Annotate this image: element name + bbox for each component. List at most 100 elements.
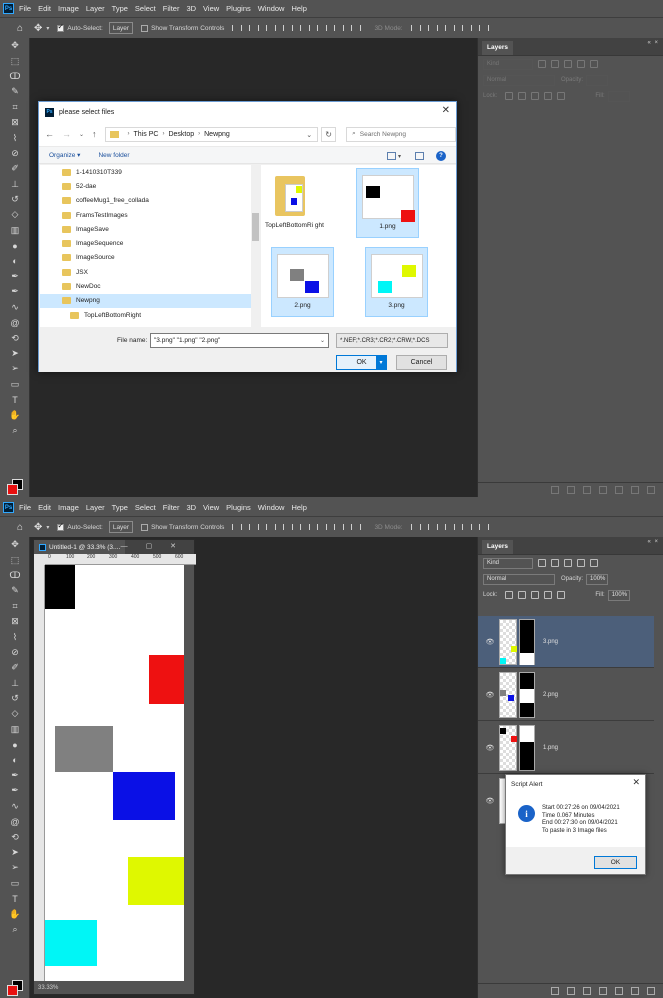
blend-mode-dropdown[interactable]: Normal	[483, 573, 555, 585]
auto-select-target-dropdown[interactable]: Layer	[108, 521, 134, 533]
menu-type[interactable]: Type	[112, 4, 128, 13]
marquee-tool-icon[interactable]: ⬚	[0, 53, 30, 68]
adjustment-layer-icon[interactable]	[599, 987, 607, 995]
refresh-icon[interactable]: ↻	[321, 126, 337, 142]
recent-chevron-icon[interactable]: ⌄	[79, 131, 84, 138]
type-filter-icon[interactable]	[564, 559, 572, 567]
marquee-tool-icon[interactable]: ⬚	[0, 552, 30, 567]
menu-layer[interactable]: Layer	[86, 503, 105, 512]
breadcrumb-this-pc[interactable]: This PC	[134, 131, 159, 138]
visibility-eye-icon[interactable]: 👁	[483, 797, 497, 805]
align-left-icon[interactable]	[230, 522, 243, 532]
menu-filter[interactable]: Filter	[163, 4, 180, 13]
horizontal-ruler[interactable]: 0 100 200 300 400 500 600	[45, 554, 196, 565]
stamp-tool-icon[interactable]: ⊥	[0, 676, 30, 691]
lock-transparency-icon[interactable]	[505, 92, 514, 100]
healing-tool-icon[interactable]: ⊘	[0, 146, 30, 161]
tree-item[interactable]: FramsTestImages	[40, 208, 251, 222]
align-right-icon[interactable]	[264, 23, 277, 33]
menu-window[interactable]: Window	[258, 4, 285, 13]
curvature-tool-icon[interactable]: ∿	[0, 300, 30, 315]
fill-field[interactable]: 100%	[607, 589, 630, 601]
tree-item[interactable]: JSX	[40, 265, 251, 279]
align-middle-icon[interactable]	[298, 23, 311, 33]
lock-pixels-icon[interactable]	[518, 591, 527, 599]
menu-image[interactable]: Image	[58, 503, 79, 512]
breadcrumb-newpng[interactable]: Newpng	[204, 131, 230, 138]
chevron-down-icon[interactable]: ▾	[46, 524, 49, 531]
lock-position-icon[interactable]	[531, 591, 540, 599]
show-transform-checkbox[interactable]	[141, 523, 149, 531]
opacity-field[interactable]	[586, 74, 609, 86]
layer-name[interactable]: 3.png	[543, 639, 558, 645]
kind-filter[interactable]: Kind	[483, 557, 533, 569]
move-tool-icon[interactable]: ✥	[0, 38, 30, 53]
add-mask-icon[interactable]	[583, 486, 591, 494]
path-select-icon[interactable]: ➤	[0, 845, 30, 860]
chevron-down-icon[interactable]: ▾	[46, 25, 49, 32]
pen-tool-icon[interactable]: ✒	[0, 768, 30, 783]
spiral-tool-icon[interactable]: @	[0, 315, 30, 330]
more-options-icon[interactable]	[349, 522, 362, 532]
zoom-tool-icon[interactable]: ⌕	[0, 423, 30, 438]
menu-select[interactable]: Select	[135, 503, 156, 512]
vertical-ruler[interactable]	[34, 565, 45, 983]
menu-select[interactable]: Select	[135, 4, 156, 13]
quick-select-tool-icon[interactable]: ✎	[0, 583, 30, 598]
move-tool-icon[interactable]: ✥	[0, 537, 30, 552]
move-tool-icon[interactable]: ✥	[34, 23, 42, 34]
visibility-eye-icon[interactable]: 👁	[483, 691, 497, 699]
zoom-level[interactable]: 33.33%	[38, 985, 58, 991]
pen-alt-tool-icon[interactable]: ✒	[0, 783, 30, 798]
open-ok-button[interactable]: OK ▾	[336, 355, 387, 370]
new-layer-icon[interactable]	[631, 987, 639, 995]
collapse-panel-icon[interactable]: « ×	[647, 539, 659, 545]
cancel-button[interactable]: Cancel	[396, 355, 447, 370]
menu-3d[interactable]: 3D	[186, 4, 196, 13]
lock-all-icon[interactable]	[557, 92, 566, 100]
document-canvas[interactable]	[45, 565, 184, 983]
link-layers-icon[interactable]	[551, 486, 559, 494]
trash-icon[interactable]	[647, 486, 655, 494]
document-tab[interactable]: Untitled-1 @ 33.3% (3....	[34, 540, 126, 554]
align-middle-icon[interactable]	[298, 522, 311, 532]
history-brush-icon[interactable]: ↺	[0, 691, 30, 706]
trash-icon[interactable]	[647, 987, 655, 995]
align-left-icon[interactable]	[230, 23, 243, 33]
chevron-down-icon[interactable]: ▾	[398, 153, 401, 160]
rectangle-tool-icon[interactable]: ▭	[0, 876, 30, 891]
address-bar[interactable]: › This PC › Desktop › Newpng ⌄	[104, 126, 319, 142]
direct-select-icon[interactable]: ➢	[0, 361, 30, 376]
eyedropper-tool-icon[interactable]: ⌇	[0, 130, 30, 145]
align-bottom-icon[interactable]	[315, 23, 328, 33]
up-arrow-icon[interactable]: ↑	[92, 129, 97, 139]
blur-tool-icon[interactable]: ●	[0, 737, 30, 752]
align-right-icon[interactable]	[264, 522, 277, 532]
lock-transparency-icon[interactable]	[505, 591, 514, 599]
opacity-field[interactable]: 100%	[586, 573, 609, 585]
dodge-tool-icon[interactable]: ◐	[0, 253, 30, 268]
link-layers-icon[interactable]	[551, 987, 559, 995]
align-top-icon[interactable]	[281, 522, 294, 532]
home-icon[interactable]: ⌂	[12, 519, 28, 535]
tree-item[interactable]: TopLeftBottomRight	[40, 308, 251, 322]
brush-tool-icon[interactable]: ✐	[0, 161, 30, 176]
tree-item[interactable]: 52-dae	[40, 179, 251, 193]
group-icon[interactable]	[615, 486, 623, 494]
visibility-eye-icon[interactable]: 👁	[483, 638, 497, 646]
layer-row-2-png[interactable]: 👁 2.png	[478, 669, 654, 721]
back-arrow-icon[interactable]: ←	[45, 129, 54, 139]
frame-tool-icon[interactable]: ⊠	[0, 115, 30, 130]
file-item-folder[interactable]: TopLeftBottomRi ght	[263, 168, 326, 238]
stamp-tool-icon[interactable]: ⊥	[0, 177, 30, 192]
menu-edit[interactable]: Edit	[38, 4, 51, 13]
adjustment-filter-icon[interactable]	[551, 60, 559, 68]
file-item-1-png[interactable]: 1.png	[356, 168, 419, 238]
new-folder-button[interactable]: New folder	[98, 152, 129, 159]
menu-file[interactable]: File	[19, 4, 31, 13]
lock-all-icon[interactable]	[557, 591, 566, 599]
smart-object-filter-icon[interactable]	[590, 60, 598, 68]
lock-artboard-icon[interactable]	[544, 591, 553, 599]
foreground-color-swatch[interactable]	[7, 484, 18, 495]
close-icon[interactable]: ✕	[632, 777, 640, 788]
